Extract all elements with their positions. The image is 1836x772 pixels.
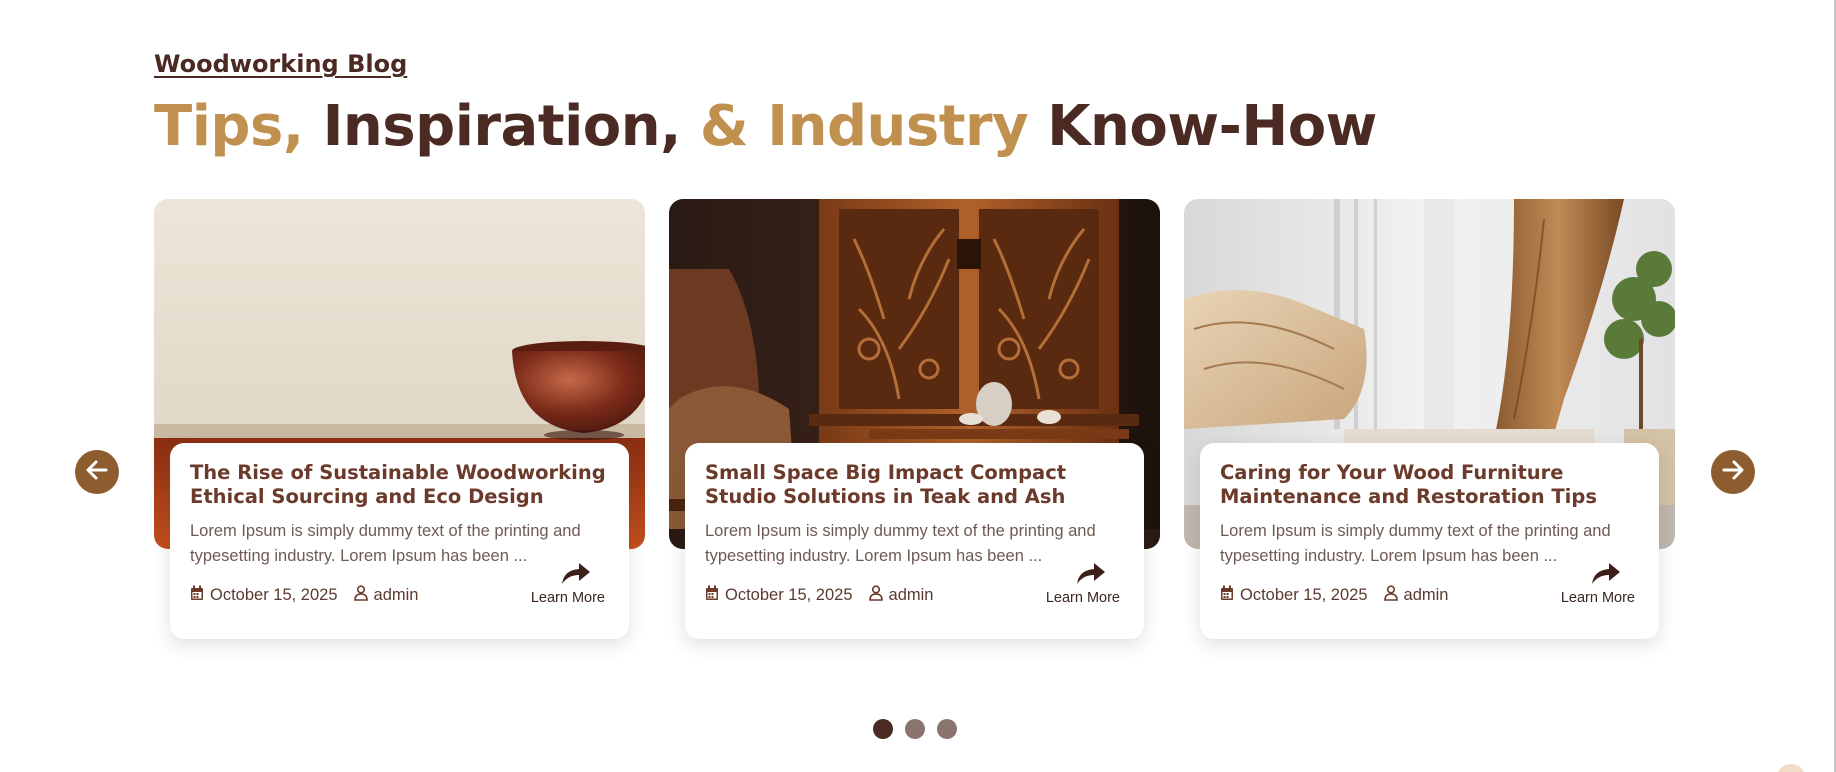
share-arrow-icon <box>1574 561 1622 590</box>
headline-part-industry: & Industry <box>699 94 1029 159</box>
headline-part-knowhow: Know-How <box>1047 94 1377 159</box>
blog-card-meta: October 15, 2025 admin <box>705 585 933 606</box>
blog-card-author[interactable]: admin <box>353 585 419 606</box>
blog-card-meta: October 15, 2025 admin <box>190 585 418 606</box>
arrow-left-icon <box>86 459 108 486</box>
scroll-to-top-button[interactable] <box>1776 764 1806 772</box>
share-arrow-icon <box>544 561 592 590</box>
user-icon <box>353 585 368 606</box>
headline-part-inspiration: Inspiration, <box>322 94 682 159</box>
blog-card-date: October 15, 2025 <box>210 586 338 604</box>
calendar-icon <box>190 585 204 606</box>
blog-card-title[interactable]: Small Space Big Impact Compact Studio So… <box>705 461 1125 509</box>
blog-section: Woodworking Blog Tips, Inspiration, & In… <box>0 0 1836 772</box>
user-icon <box>868 585 883 606</box>
section-headline: Tips, Inspiration, & Industry Know-How <box>154 94 1377 159</box>
learn-more-link[interactable]: Learn More <box>1046 561 1120 606</box>
calendar-icon <box>1220 585 1234 606</box>
blog-card-author[interactable]: admin <box>868 585 934 606</box>
blog-card-meta: October 15, 2025 admin <box>1220 585 1448 606</box>
blog-card-date: October 15, 2025 <box>1240 586 1368 604</box>
learn-more-link[interactable]: Learn More <box>531 561 605 606</box>
blog-card-body: The Rise of Sustainable Woodworking Ethi… <box>170 443 629 639</box>
blog-card-body: Caring for Your Wood Furniture Maintenan… <box>1200 443 1659 639</box>
blog-card-author-name: admin <box>1403 586 1449 604</box>
blog-card[interactable]: Caring for Your Wood Furniture Maintenan… <box>1184 199 1675 640</box>
share-arrow-icon <box>1059 561 1107 590</box>
carousel-next-button[interactable] <box>1711 450 1755 494</box>
carousel-dot-2[interactable] <box>905 719 925 739</box>
blog-card-title[interactable]: The Rise of Sustainable Woodworking Ethi… <box>190 461 610 509</box>
user-icon <box>1383 585 1398 606</box>
blog-card-author[interactable]: admin <box>1383 585 1449 606</box>
learn-more-label: Learn More <box>1560 590 1635 606</box>
carousel-dot-3[interactable] <box>937 719 957 739</box>
carousel-dot-1[interactable] <box>873 719 893 739</box>
blog-card-author-name: admin <box>888 586 934 604</box>
learn-more-link[interactable]: Learn More <box>1561 561 1635 606</box>
calendar-icon <box>705 585 719 606</box>
blog-card[interactable]: The Rise of Sustainable Woodworking Ethi… <box>154 199 645 640</box>
blog-card-date: October 15, 2025 <box>725 586 853 604</box>
learn-more-label: Learn More <box>530 590 605 606</box>
arrow-right-icon <box>1722 459 1744 486</box>
blog-card-author-name: admin <box>373 586 419 604</box>
blog-card-title[interactable]: Caring for Your Wood Furniture Maintenan… <box>1220 461 1640 509</box>
blog-card[interactable]: Small Space Big Impact Compact Studio So… <box>669 199 1160 640</box>
headline-part-tips: Tips, <box>154 94 304 159</box>
blog-card-body: Small Space Big Impact Compact Studio So… <box>685 443 1144 639</box>
learn-more-label: Learn More <box>1045 590 1120 606</box>
section-eyebrow-link[interactable]: Woodworking Blog <box>154 50 407 78</box>
carousel-prev-button[interactable] <box>75 450 119 494</box>
